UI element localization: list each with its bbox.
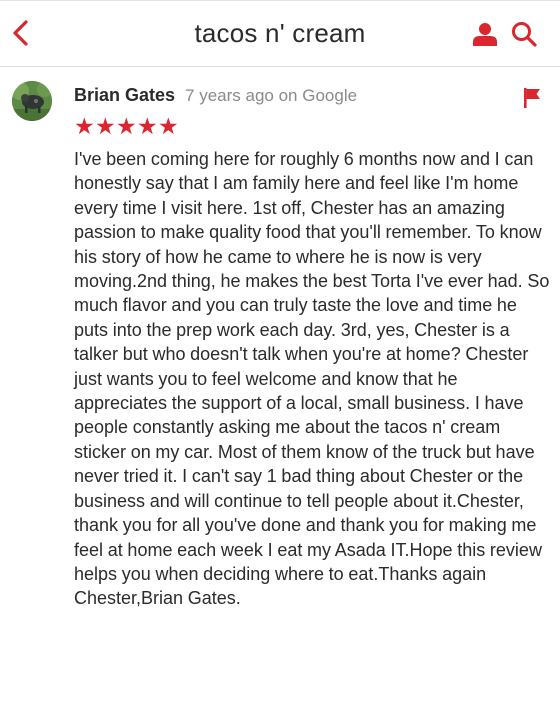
review-text: I've been coming here for roughly 6 mont…: [74, 149, 550, 609]
search-icon: [512, 22, 537, 47]
star-icon: ★: [116, 113, 137, 139]
star-icon: ★: [158, 113, 179, 139]
star-icon: ★: [74, 113, 95, 139]
avatar[interactable]: [12, 81, 52, 121]
person-icon: [473, 23, 497, 46]
app-bar: tacos n' cream: [0, 1, 560, 67]
account-button[interactable]: [472, 21, 498, 47]
avatar-photo: [12, 81, 52, 121]
review-time: 7 years ago on Google: [185, 86, 358, 105]
search-button[interactable]: [510, 20, 538, 48]
report-button[interactable]: [522, 87, 542, 109]
author-row: Brian Gates 7 years ago on Google: [74, 85, 357, 109]
star-rating: ★★★★★: [74, 113, 179, 139]
star-icon: ★: [95, 113, 116, 139]
author-name[interactable]: Brian Gates: [74, 85, 175, 105]
flag-icon: [524, 88, 540, 108]
star-icon: ★: [137, 113, 158, 139]
